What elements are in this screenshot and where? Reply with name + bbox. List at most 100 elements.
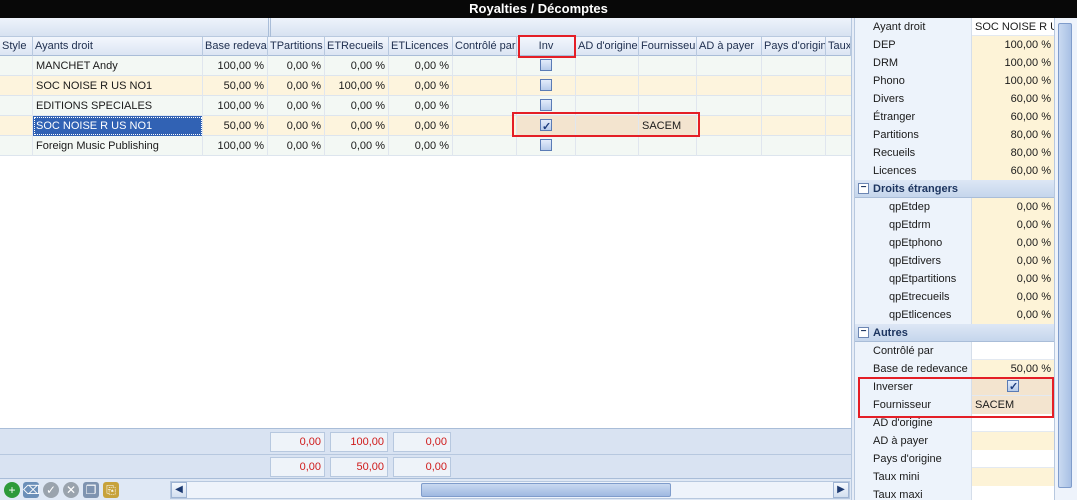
cell-tpart[interactable]: 0,00 % — [268, 116, 325, 136]
property-row[interactable]: Étranger 60,00 % — [855, 108, 1054, 126]
cell-ad_origine[interactable] — [576, 136, 639, 156]
cell-pays[interactable] — [762, 96, 826, 116]
column-header-ad_payer[interactable]: AD à payer — [697, 37, 762, 56]
cell-ad_origine[interactable] — [576, 56, 639, 76]
cell-ayant[interactable]: SOC NOISE R US NO1 — [33, 116, 203, 136]
property-row[interactable]: qpEtphono 0,00 % — [855, 234, 1054, 252]
cell-etlic[interactable]: 0,00 % — [389, 136, 453, 156]
property-value[interactable] — [972, 468, 1054, 486]
collapse-icon[interactable]: − — [858, 183, 869, 194]
cell-tpart[interactable]: 0,00 % — [268, 76, 325, 96]
property-row[interactable]: Phono 100,00 % — [855, 72, 1054, 90]
column-header-taux[interactable]: Taux — [826, 37, 851, 56]
cell-pays[interactable] — [762, 136, 826, 156]
cell-ayant[interactable]: SOC NOISE R US NO1 — [33, 76, 203, 96]
property-value[interactable]: 80,00 % — [972, 126, 1054, 144]
vertical-scrollbar[interactable] — [1054, 18, 1077, 500]
cell-etlic[interactable]: 0,00 % — [389, 116, 453, 136]
property-value[interactable]: 60,00 % — [972, 90, 1054, 108]
table-row[interactable]: SOC NOISE R US NO1 50,00 % 0,00 % 100,00 % 0… — [0, 76, 851, 96]
cell-etlic[interactable]: 0,00 % — [389, 76, 453, 96]
cell-controle[interactable] — [453, 136, 517, 156]
property-row[interactable]: Taux maxi — [855, 486, 1054, 500]
column-header-etlic[interactable]: ETLicences — [389, 37, 453, 56]
property-row[interactable]: Ayant droitSOC NOISE R US NO1 — [855, 18, 1054, 36]
cell-ad_origine[interactable] — [576, 116, 639, 136]
cell-tpart[interactable]: 0,00 % — [268, 136, 325, 156]
cell-base[interactable]: 100,00 % — [203, 96, 268, 116]
property-value[interactable]: 0,00 % — [972, 288, 1054, 306]
column-header-ad_origine[interactable]: AD d'origine — [576, 37, 639, 56]
checked-checkbox-icon[interactable] — [1007, 378, 1019, 396]
inv-checkbox-cell[interactable] — [517, 116, 576, 136]
property-row[interactable]: qpEtdrm 0,00 % — [855, 216, 1054, 234]
checkbox-icon[interactable] — [540, 59, 552, 72]
property-row[interactable]: Inverser — [855, 378, 1054, 396]
paste-icon[interactable]: ⎘ — [103, 482, 119, 498]
property-row[interactable]: DEP 100,00 % — [855, 36, 1054, 54]
cell-controle[interactable] — [453, 76, 517, 96]
property-row[interactable]: Licences 60,00 % — [855, 162, 1054, 180]
validate-icon[interactable]: ✓ — [43, 482, 59, 498]
property-value[interactable]: SACEM — [972, 396, 1054, 414]
property-value[interactable] — [972, 342, 1054, 360]
property-value[interactable]: 0,00 % — [972, 252, 1054, 270]
property-row[interactable]: Taux mini — [855, 468, 1054, 486]
cell-base[interactable]: 50,00 % — [203, 116, 268, 136]
cell-ad_payer[interactable] — [697, 116, 762, 136]
property-value[interactable]: 50,00 % — [972, 360, 1054, 378]
column-header-inv[interactable]: Inv — [517, 37, 576, 56]
cell-base[interactable]: 100,00 % — [203, 136, 268, 156]
property-row[interactable]: Base de redevance 50,00 % — [855, 360, 1054, 378]
property-value[interactable] — [972, 378, 1054, 396]
property-row[interactable]: qpEtpartitions 0,00 % — [855, 270, 1054, 288]
cell-pays[interactable] — [762, 116, 826, 136]
scroll-right-icon[interactable]: ▶ — [833, 482, 849, 498]
cell-ad_origine[interactable] — [576, 96, 639, 116]
inv-checkbox-cell[interactable] — [517, 56, 576, 76]
inv-checkbox-cell[interactable] — [517, 76, 576, 96]
property-row[interactable]: qpEtlicences 0,00 % — [855, 306, 1054, 324]
property-value[interactable] — [972, 486, 1054, 500]
property-value[interactable] — [972, 450, 1054, 468]
checked-checkbox-icon[interactable] — [540, 117, 552, 136]
checkbox-icon[interactable] — [540, 139, 552, 152]
property-row[interactable]: qpEtdivers 0,00 % — [855, 252, 1054, 270]
cell-style[interactable] — [0, 56, 33, 76]
cell-pays[interactable] — [762, 76, 826, 96]
delete-icon[interactable]: ⌫ — [23, 482, 40, 498]
inv-checkbox-cell[interactable] — [517, 96, 576, 116]
property-row[interactable]: Fournisseur SACEM — [855, 396, 1054, 414]
cell-style[interactable] — [0, 136, 33, 156]
property-value[interactable]: 0,00 % — [972, 234, 1054, 252]
property-row[interactable]: AD d'origine — [855, 414, 1054, 432]
column-header-controle[interactable]: Contrôlé par — [453, 37, 517, 56]
property-row[interactable]: Pays d'origine — [855, 450, 1054, 468]
property-row[interactable]: Partitions 80,00 % — [855, 126, 1054, 144]
cell-etrec[interactable]: 100,00 % — [325, 76, 389, 96]
vertical-scroll-thumb[interactable] — [1058, 23, 1072, 488]
cell-controle[interactable] — [453, 116, 517, 136]
property-value[interactable]: 0,00 % — [972, 270, 1054, 288]
scroll-left-icon[interactable]: ◀ — [171, 482, 187, 498]
column-header-ayant[interactable]: Ayants droit — [33, 37, 203, 56]
cell-ayant[interactable]: EDITIONS SPECIALES — [33, 96, 203, 116]
cell-fournisseur[interactable] — [639, 56, 697, 76]
cell-etrec[interactable]: 0,00 % — [325, 116, 389, 136]
cell-base[interactable]: 50,00 % — [203, 76, 268, 96]
add-icon[interactable]: + — [4, 482, 20, 498]
cell-controle[interactable] — [453, 56, 517, 76]
category-droits-etrangers[interactable]: − Droits étrangers — [855, 180, 1054, 198]
property-value[interactable]: 80,00 % — [972, 144, 1054, 162]
cell-etrec[interactable]: 0,00 % — [325, 56, 389, 76]
cell-pays[interactable] — [762, 56, 826, 76]
property-value[interactable] — [972, 432, 1054, 450]
property-value[interactable]: 60,00 % — [972, 108, 1054, 126]
property-row[interactable]: DRM 100,00 % — [855, 54, 1054, 72]
property-value[interactable]: 100,00 % — [972, 72, 1054, 90]
column-header-pays[interactable]: Pays d'origin — [762, 37, 826, 56]
table-row[interactable]: SOC NOISE R US NO1 50,00 % 0,00 % 0,00 % 0,0… — [0, 116, 851, 136]
cell-style[interactable] — [0, 76, 33, 96]
checkbox-icon[interactable] — [540, 99, 552, 112]
cell-fournisseur[interactable] — [639, 76, 697, 96]
